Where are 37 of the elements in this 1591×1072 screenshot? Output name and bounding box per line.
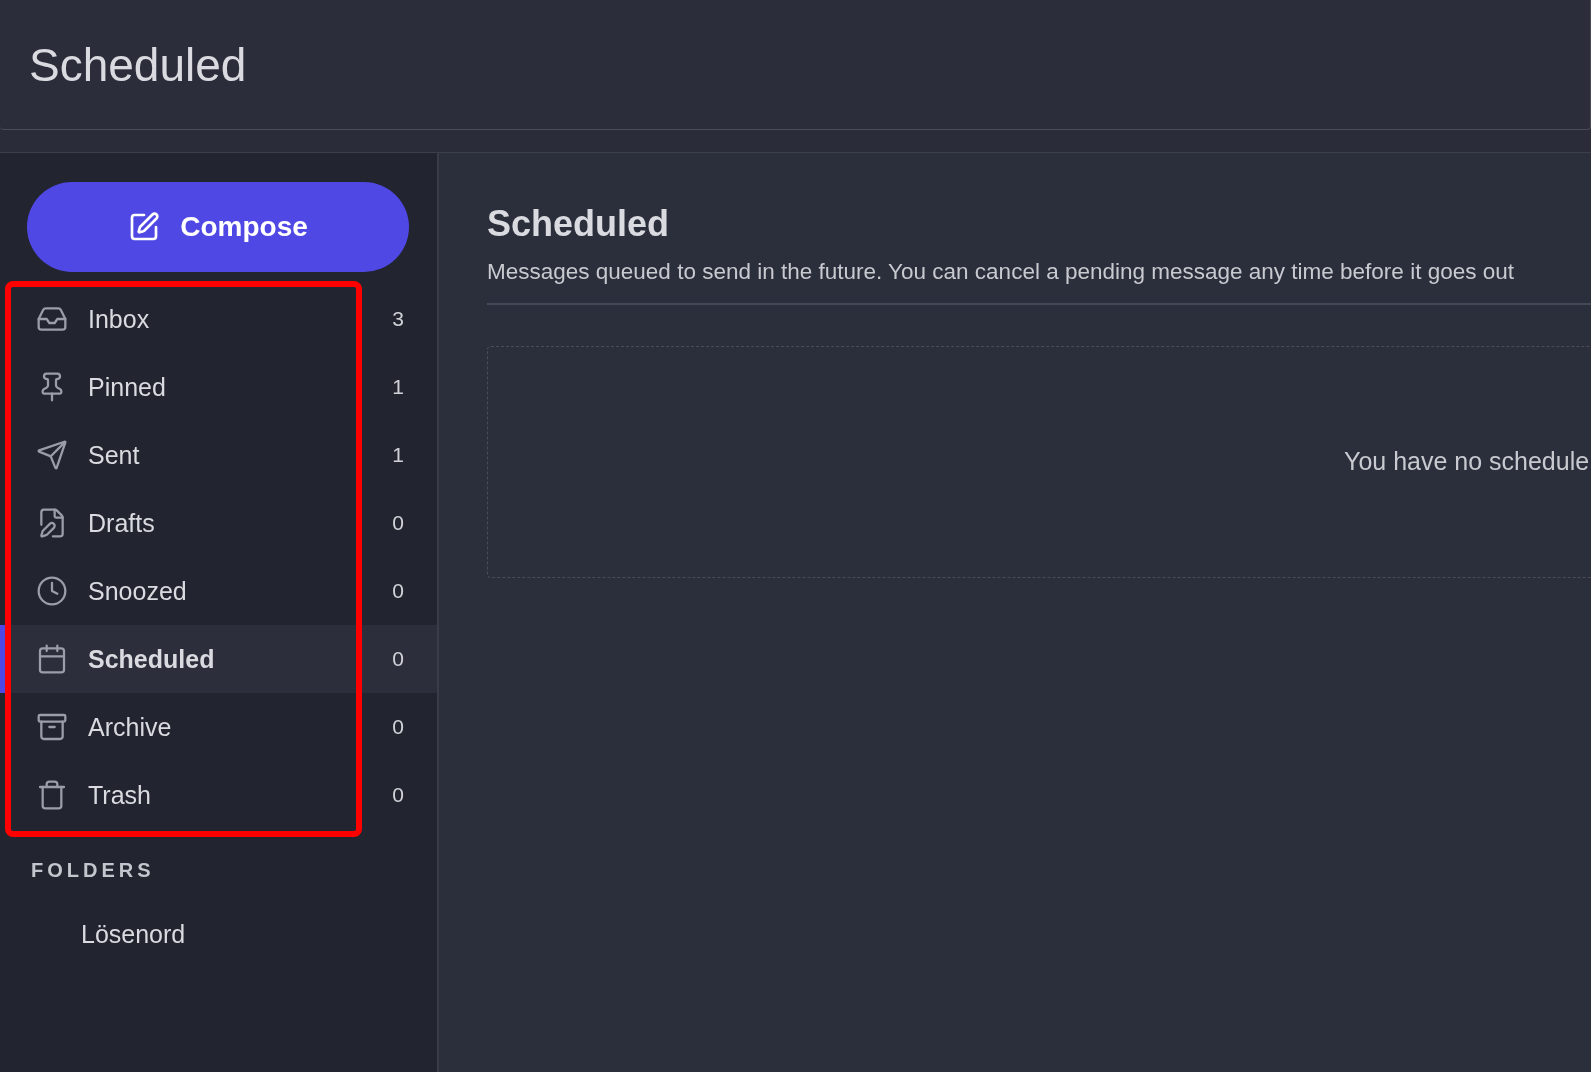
- nav-count: 0: [392, 647, 404, 671]
- nav-label: Sent: [88, 440, 141, 470]
- nav-label: Trash: [88, 780, 152, 810]
- section-title: Scheduled: [487, 203, 671, 245]
- nav-count: 1: [392, 443, 404, 467]
- nav-item[interactable]: Scheduled 0: [0, 625, 437, 693]
- nav-item[interactable]: Inbox 3: [0, 285, 437, 353]
- nav-count: 0: [392, 511, 404, 535]
- nav-label: Drafts: [88, 508, 156, 538]
- nav-item[interactable]: Archive 0: [0, 693, 437, 761]
- nav-item[interactable]: Sent 1: [0, 421, 437, 489]
- folder-item[interactable]: Lösenord: [81, 920, 437, 949]
- compose-icon: [128, 211, 161, 243]
- compose-button[interactable]: Compose: [27, 182, 409, 272]
- clock-icon: [36, 575, 68, 607]
- section-description: Messages queued to send in the future. You can cancel a pending message any time before it goes out: [487, 259, 1515, 285]
- nav-count: 0: [392, 715, 404, 739]
- nav-label: Inbox: [88, 304, 151, 334]
- nav-label: Scheduled: [88, 644, 216, 674]
- nav-item[interactable]: Trash 0: [0, 761, 437, 829]
- nav-item[interactable]: Snoozed 0: [0, 557, 437, 625]
- calendar-icon: [36, 643, 68, 675]
- nav-label: Archive: [88, 712, 173, 742]
- trash-icon: [36, 779, 68, 811]
- nav-item[interactable]: Drafts 0: [0, 489, 437, 557]
- page-title: Scheduled: [29, 37, 247, 92]
- empty-state-text: You have no schedule: [1344, 446, 1590, 476]
- paper-plane-icon: [36, 439, 68, 471]
- archive-box-icon: [36, 711, 68, 743]
- nav-label: Pinned: [88, 372, 167, 402]
- nav-count: 3: [392, 307, 404, 331]
- section-heading: FOLDERS: [31, 859, 156, 882]
- nav-item[interactable]: Pinned 1: [0, 353, 437, 421]
- nav-label: Snoozed: [88, 576, 188, 606]
- nav-count: 1: [392, 375, 404, 399]
- nav-count: 0: [392, 783, 404, 807]
- nav-count: 0: [392, 579, 404, 603]
